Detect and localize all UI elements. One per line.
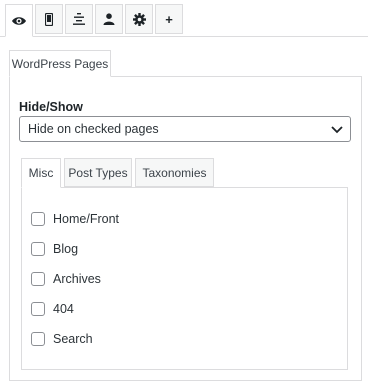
plus-icon: +: [165, 11, 173, 27]
tab-label: Post Types: [68, 165, 128, 180]
icon-tab-bar: +: [0, 0, 368, 37]
hide-show-select[interactable]: Hide on checked pages: [19, 116, 351, 142]
option-label: Home/Front: [53, 212, 119, 226]
tab-add[interactable]: +: [155, 4, 183, 34]
tab-wordpress-pages[interactable]: WordPress Pages: [9, 50, 111, 77]
option-label: Blog: [53, 242, 79, 256]
tab-visibility[interactable]: [5, 4, 33, 37]
option-404: 404: [31, 301, 74, 317]
option-home-front: Home/Front: [31, 211, 119, 227]
gear-icon: [132, 12, 146, 26]
tab-alignment[interactable]: [65, 4, 93, 34]
option-label: Archives: [53, 272, 101, 286]
hide-show-label: Hide/Show: [19, 100, 83, 114]
option-blog: Blog: [31, 241, 78, 257]
tab-taxonomies[interactable]: Taxonomies: [135, 158, 214, 187]
blog-checkbox[interactable]: [31, 242, 45, 256]
tab-label: Misc: [28, 166, 54, 180]
search-checkbox[interactable]: [31, 332, 45, 346]
eye-icon: [12, 16, 26, 25]
tab-label: Taxonomies: [142, 165, 207, 180]
tab-label: WordPress Pages: [11, 56, 109, 71]
home-front-checkbox[interactable]: [31, 212, 45, 226]
option-archives: Archives: [31, 271, 101, 287]
chevron-down-icon: [331, 126, 343, 134]
align-center-icon: [73, 13, 85, 25]
archives-checkbox[interactable]: [31, 272, 45, 286]
option-label: 404: [53, 302, 74, 316]
tab-post-types[interactable]: Post Types: [64, 158, 132, 187]
404-checkbox[interactable]: [31, 302, 45, 316]
tab-misc[interactable]: Misc: [21, 158, 61, 188]
user-icon: [103, 13, 115, 25]
option-label: Search: [53, 332, 93, 346]
option-search: Search: [31, 331, 93, 347]
tab-settings[interactable]: [125, 4, 153, 34]
tab-devices[interactable]: [35, 4, 63, 34]
select-value: Hide on checked pages: [28, 122, 159, 136]
tab-users[interactable]: [95, 4, 123, 34]
mobile-icon: [45, 12, 53, 26]
